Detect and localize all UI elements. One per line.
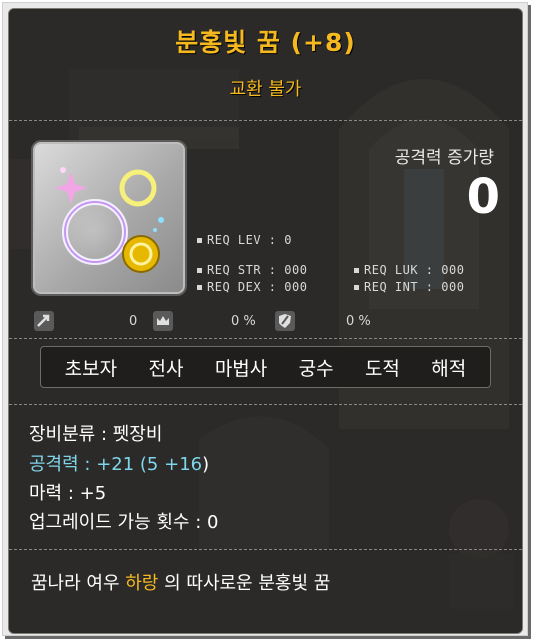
pink-dream-ring-icon <box>55 167 164 273</box>
divider <box>9 549 522 550</box>
attack-increase-label: 공격력 증가량 <box>394 148 494 168</box>
attack-increase-value: 0 <box>466 169 500 225</box>
stat-value-2: 0 % <box>231 314 256 329</box>
job-pirate: 해적 <box>431 357 467 380</box>
req-dex: REQ DEX : 000 <box>197 280 307 294</box>
job-magician: 마법사 <box>214 357 268 380</box>
divider <box>9 120 522 121</box>
stat-value-3: 0 % <box>346 314 371 329</box>
magic-stat: 마력 : +5 <box>29 483 107 504</box>
shield-icon <box>274 310 296 332</box>
upgrade-slots: 업그레이드 가능 횟수 : 0 <box>29 512 219 533</box>
background-art <box>9 9 522 633</box>
req-str: REQ STR : 000 <box>197 263 307 277</box>
item-icon-frame <box>31 140 187 296</box>
item-description: 꿈나라 여우 하랑 의 따사로운 분홍빛 꿈 <box>31 573 331 594</box>
job-beginner: 초보자 <box>64 357 118 380</box>
stat-value-1: 0 <box>129 314 138 329</box>
crown-icon <box>152 310 174 332</box>
divider <box>9 338 522 339</box>
trade-status: 교환 불가 <box>229 79 302 100</box>
job-warrior: 전사 <box>148 357 184 380</box>
req-int: REQ INT : 000 <box>354 280 464 294</box>
arrow-up-icon <box>33 310 55 332</box>
req-luk: REQ LUK : 000 <box>354 263 464 277</box>
job-archer: 궁수 <box>298 357 334 380</box>
attack-stat: 공격력 : +21 (5 +16) <box>29 454 210 475</box>
divider <box>9 404 522 405</box>
equip-category: 장비분류 : 펫장비 <box>29 424 163 445</box>
item-tooltip: 분홍빛 꿈 (+8) 교환 불가 공격력 증가량 0 REQ LEV : 0 R… <box>8 8 523 634</box>
job-thief: 도적 <box>364 357 400 380</box>
item-name: 분홍빛 꿈 (+8) <box>175 28 356 57</box>
req-level: REQ LEV : 0 <box>197 233 292 247</box>
job-list: 초보자 전사 마법사 궁수 도적 해적 <box>40 346 491 388</box>
